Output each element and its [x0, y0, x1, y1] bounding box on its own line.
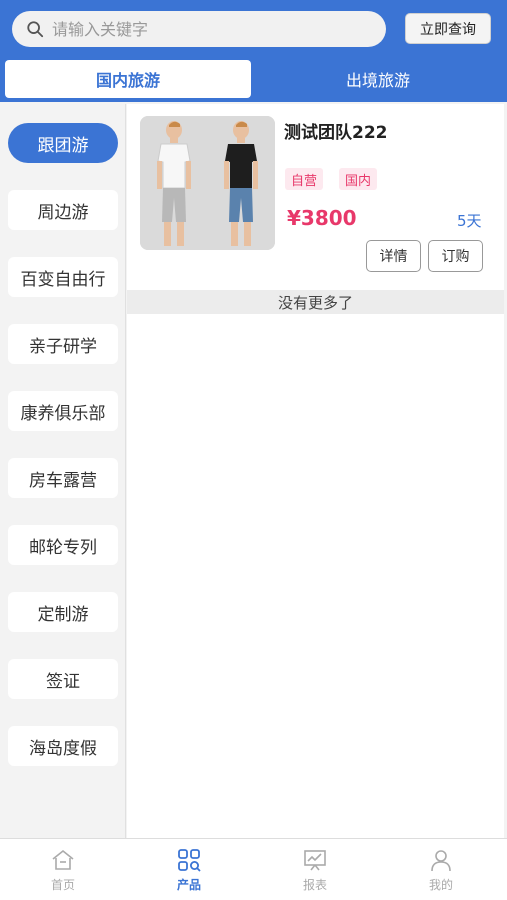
nav-reports[interactable]: 报表 — [252, 839, 378, 900]
region-tabs: 国内旅游 出境旅游 — [0, 58, 507, 102]
presentation-chart-icon — [304, 850, 326, 871]
nav-products-label: 产品 — [176, 878, 201, 892]
category-nearby-tour[interactable]: 周边游 — [8, 190, 118, 230]
search-submit-button[interactable]: 立即查询 — [405, 13, 491, 44]
nav-reports-label: 报表 — [302, 878, 327, 892]
search-input[interactable] — [52, 19, 352, 39]
search-icon — [27, 21, 44, 38]
top-bar: 立即查询 — [0, 0, 507, 58]
category-rv-camping[interactable]: 房车露营 — [8, 458, 118, 498]
bottom-nav: 首页 产品 报表 我的 — [0, 838, 507, 900]
nav-products[interactable]: 产品 — [126, 839, 252, 900]
category-group-tour[interactable]: 跟团游 — [8, 123, 118, 163]
category-sidebar: 跟团游 周边游 百变自由行 亲子研学 康养俱乐部 房车露营 邮轮专列 定制游 签… — [0, 104, 126, 838]
category-cruise-train[interactable]: 邮轮专列 — [8, 525, 118, 565]
grid-search-icon — [178, 849, 201, 872]
category-wellness-club[interactable]: 康养俱乐部 — [8, 391, 118, 431]
detail-button[interactable]: 详情 — [366, 240, 421, 272]
order-button[interactable]: 订购 — [428, 240, 483, 272]
user-icon — [431, 850, 451, 872]
product-image[interactable] — [140, 116, 275, 250]
nav-profile-label: 我的 — [428, 878, 453, 892]
search-box[interactable] — [12, 11, 386, 47]
product-title[interactable]: 测试团队222 — [284, 118, 388, 143]
category-island-vacation[interactable]: 海岛度假 — [8, 726, 118, 766]
tab-outbound-travel[interactable]: 出境旅游 — [254, 60, 502, 98]
nav-profile[interactable]: 我的 — [378, 839, 504, 900]
category-family-study[interactable]: 亲子研学 — [8, 324, 118, 364]
nav-home[interactable]: 首页 — [0, 839, 126, 900]
product-duration: 5天 — [457, 212, 482, 230]
tab-domestic-travel[interactable]: 国内旅游 — [5, 60, 251, 98]
category-free-travel[interactable]: 百变自由行 — [8, 257, 118, 297]
nav-home-label: 首页 — [50, 878, 75, 892]
category-visa[interactable]: 签证 — [8, 659, 118, 699]
tag-self-operated: 自营 — [285, 168, 324, 190]
tag-domestic: 国内 — [339, 168, 378, 190]
category-custom-tour[interactable]: 定制游 — [8, 592, 118, 632]
list-end-message: 没有更多了 — [127, 290, 504, 314]
product-photo-illustration — [140, 116, 275, 250]
product-price: ¥3800 — [287, 206, 357, 230]
product-list: 测试团队222 自营 国内 ¥3800 5天 详情 订购 没有更多了 — [127, 104, 504, 838]
home-icon — [52, 849, 74, 870]
product-card[interactable]: 测试团队222 自营 国内 ¥3800 5天 详情 订购 — [127, 104, 504, 290]
